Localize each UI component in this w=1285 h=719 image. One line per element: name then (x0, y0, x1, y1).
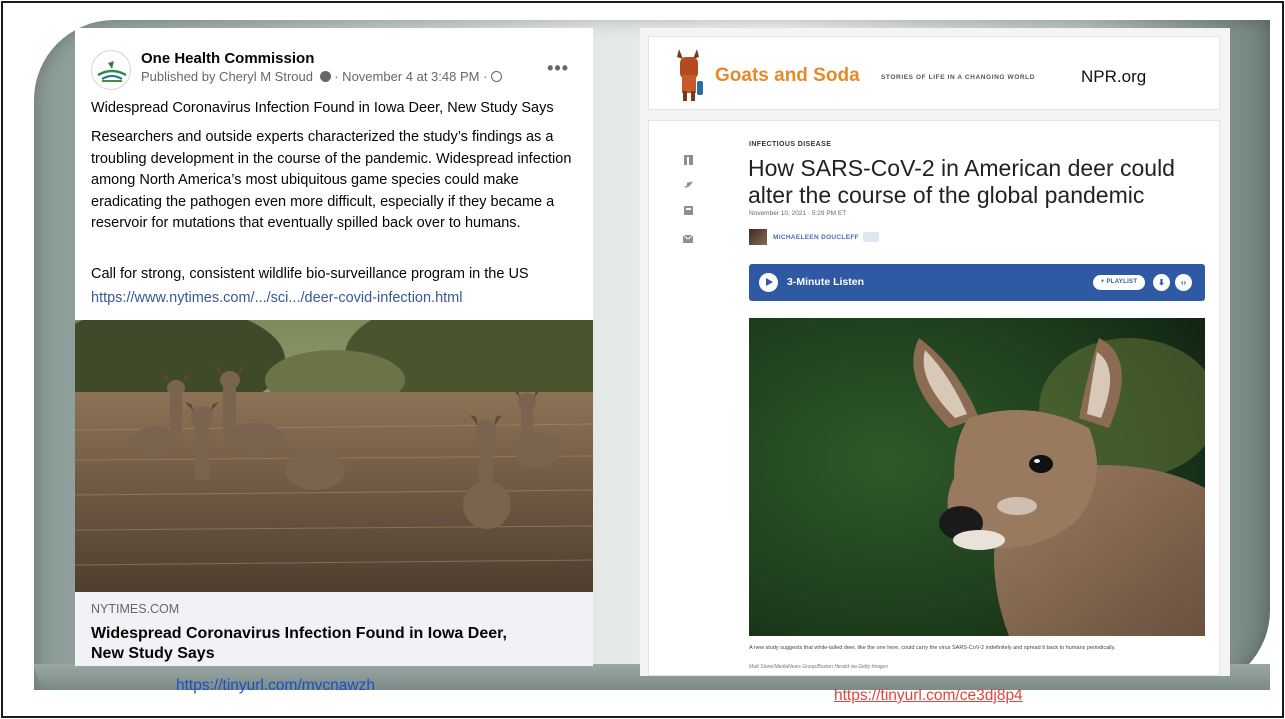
article-byline: MICHAELEEN DOUCLEFF (749, 229, 879, 245)
publisher-label[interactable]: Published by Cheryl M Stroud (141, 69, 313, 84)
listen-label: 3-Minute Listen (787, 276, 865, 288)
author-avatar (749, 229, 767, 245)
post-headline-text: Widespread Coronavirus Infection Found i… (91, 100, 554, 116)
flipboard-icon[interactable] (681, 204, 695, 216)
audio-player: 3-Minute Listen + PLAYLIST ⬇ ‹› (749, 264, 1205, 301)
goat-logo-icon (677, 49, 703, 101)
photo-credit: Matt Stone/MediaNews Group/Boston Herald… (749, 664, 888, 670)
verified-badge-icon (319, 71, 331, 82)
deer-closeup-photo[interactable] (749, 318, 1205, 636)
article-headline: How SARS-CoV-2 in American deer could al… (748, 155, 1175, 208)
npr-article-body: INFECTIOUS DISEASE How SARS-CoV-2 in Ame… (648, 120, 1220, 676)
globe-icon (491, 71, 503, 82)
post-header: One Health Commission Published by Chery… (91, 50, 503, 90)
twitter-icon[interactable] (681, 178, 695, 190)
deer-closeup-illustration (749, 318, 1205, 636)
preview-domain: NYTIMES.COM (91, 602, 180, 616)
post-meta: Published by Cheryl M Stroud · November … (141, 69, 503, 84)
npr-header: Goats and Soda STORIES OF LIFE IN A CHAN… (648, 36, 1220, 110)
facebook-post-card: One Health Commission Published by Chery… (75, 28, 593, 666)
npr-brand-title[interactable]: Goats and Soda (715, 65, 860, 87)
deer-field-illustration (75, 320, 593, 592)
npr-site-label: NPR.org (1081, 67, 1147, 86)
author-name[interactable]: MICHAELEEN DOUCLEFF (773, 234, 859, 241)
article-category[interactable]: INFECTIOUS DISEASE (749, 141, 831, 148)
left-source-link[interactable]: https://tinyurl.com/mvcnawzh (176, 677, 375, 695)
post-article-link[interactable]: https://www.nytimes.com/.../sci.../deer-… (91, 290, 462, 306)
post-timestamp[interactable]: · November 4 at 3:48 PM · (334, 69, 491, 84)
right-source-link[interactable]: https://tinyurl.com/ce3dj8p4 (834, 687, 1023, 705)
one-health-logo-icon (93, 52, 130, 89)
npr-article-card: Goats and Soda STORIES OF LIFE IN A CHAN… (640, 28, 1230, 676)
play-icon[interactable] (759, 273, 778, 292)
npr-tagline: STORIES OF LIFE IN A CHANGING WORLD (881, 74, 1036, 81)
download-icon[interactable]: ⬇ (1153, 274, 1170, 291)
page-name[interactable]: One Health Commission (141, 50, 314, 67)
post-call-text: Call for strong, consistent wildlife bio… (91, 266, 529, 282)
playlist-button[interactable]: + PLAYLIST (1093, 275, 1145, 290)
email-icon[interactable] (681, 232, 695, 244)
preview-title[interactable]: Widespread Coronavirus Infection Found i… (91, 624, 511, 664)
more-options-icon[interactable]: ••• (547, 58, 569, 79)
post-body-text: Researchers and outside experts characte… (91, 129, 572, 231)
page-avatar-logo[interactable] (91, 50, 131, 90)
photo-caption: A new study suggests that white-tailed d… (749, 645, 1116, 651)
embed-icon[interactable]: ‹› (1175, 274, 1192, 291)
deer-field-photo[interactable] (75, 320, 593, 592)
facebook-icon[interactable] (681, 153, 695, 165)
author-twitter-icon[interactable] (862, 232, 879, 242)
link-preview-footer[interactable]: NYTIMES.COM Widespread Coronavirus Infec… (75, 592, 593, 666)
article-date: November 10, 2021 · 5:29 PM ET (749, 210, 847, 217)
